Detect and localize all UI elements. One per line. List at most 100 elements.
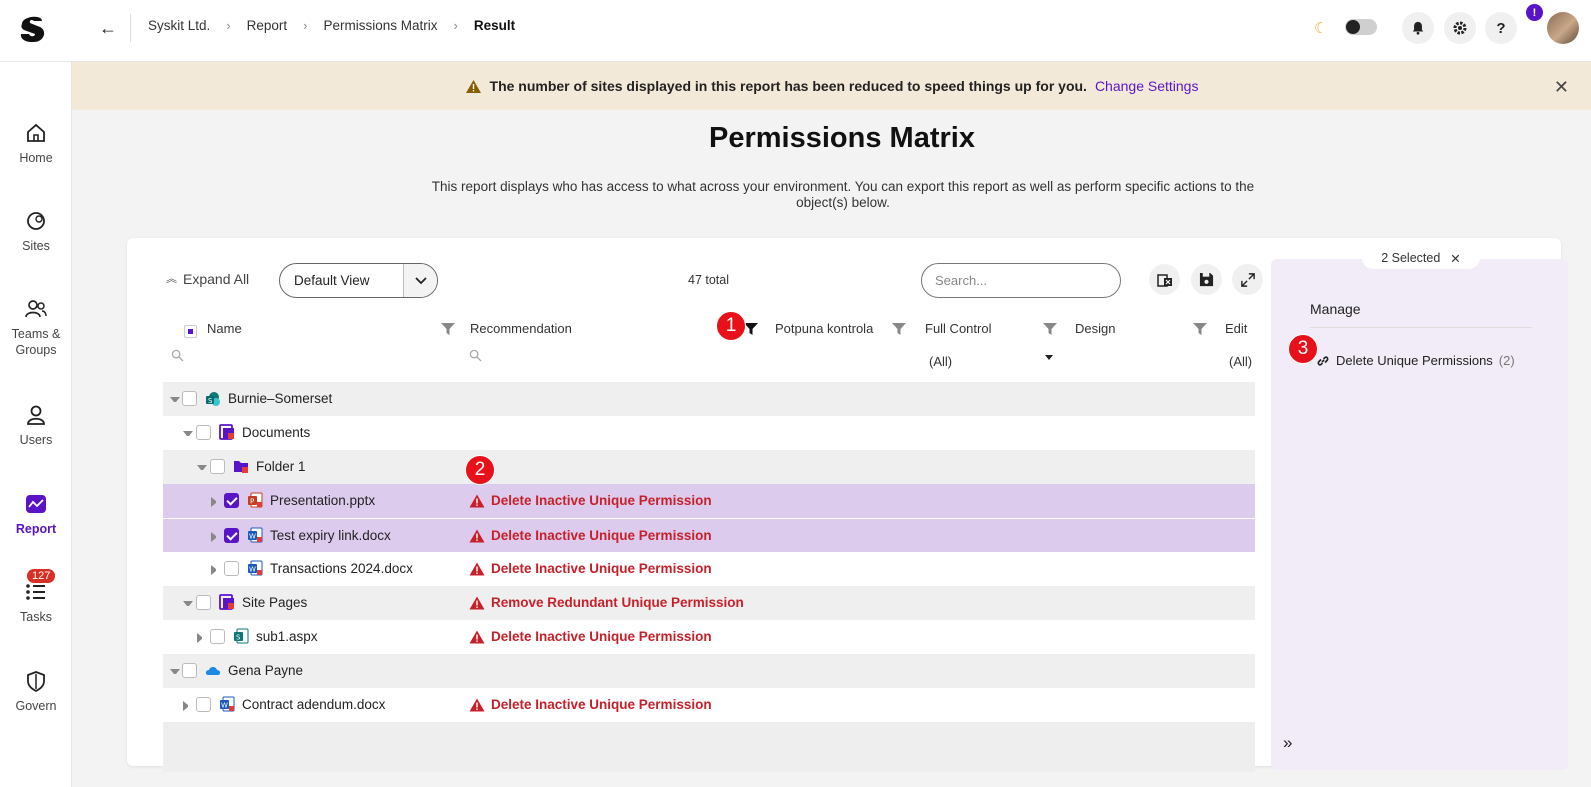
row-checkbox[interactable] [210, 459, 225, 474]
avatar[interactable] [1547, 12, 1579, 44]
row-checkbox[interactable] [182, 663, 197, 678]
row-checkbox[interactable] [196, 697, 211, 712]
recommendation-filter-search-icon[interactable] [469, 349, 482, 362]
expand-all-button[interactable]: ︽ Expand All [166, 271, 249, 287]
recommendation-link[interactable]: Delete Inactive Unique Permission [469, 493, 712, 508]
table-row[interactable]: Gena Payne [163, 654, 1255, 688]
syskit-logo-icon[interactable] [14, 10, 50, 46]
step-marker-1: 1 [716, 311, 746, 341]
delete-unique-permissions-action[interactable]: Delete Unique Permissions (2) [1316, 353, 1515, 368]
filter-funnel-icon[interactable] [441, 322, 455, 336]
column-header-design[interactable]: Design [1075, 321, 1115, 336]
warning-triangle-icon [469, 596, 485, 609]
column-header-name[interactable]: Name [207, 321, 242, 336]
name-filter-search-icon[interactable] [171, 349, 184, 362]
row-checkbox[interactable] [224, 561, 239, 576]
dark-mode-toggle[interactable] [1345, 19, 1377, 35]
clear-selection-close-icon[interactable]: ✕ [1450, 251, 1460, 266]
table-row[interactable]: Documents [163, 416, 1255, 450]
row-checkbox[interactable] [224, 528, 239, 543]
recommendation-link[interactable]: Delete Inactive Unique Permission [469, 528, 712, 543]
column-header-edit[interactable]: Edit [1225, 321, 1247, 336]
row-checkbox[interactable] [196, 595, 211, 610]
breadcrumb-item-permissions-matrix[interactable]: Permissions Matrix [324, 18, 438, 33]
search-box [921, 263, 1121, 298]
export-button[interactable] [1149, 264, 1180, 295]
breadcrumb-item-result: Result [473, 18, 516, 33]
view-select[interactable]: Default View [279, 263, 438, 298]
collapse-caret-icon[interactable] [170, 669, 180, 679]
expand-caret-icon[interactable] [197, 633, 207, 643]
expand-caret-icon[interactable] [183, 701, 193, 711]
sidebar-item-teams-groups[interactable]: Teams & Groups [0, 296, 72, 358]
back-arrow-icon[interactable]: ← [96, 16, 120, 40]
sidebar-item-users[interactable]: Users [0, 402, 72, 448]
change-settings-link[interactable]: Change Settings [1095, 78, 1199, 94]
close-icon[interactable]: ✕ [1554, 77, 1569, 98]
column-header-recommendation[interactable]: Recommendation [470, 321, 572, 336]
filter-funnel-active-icon[interactable] [744, 322, 758, 336]
warning-triangle-icon [469, 529, 485, 542]
warning-triangle-icon [469, 562, 485, 575]
expand-caret-icon[interactable] [211, 565, 221, 575]
expand-caret-icon[interactable] [211, 497, 221, 507]
breadcrumb-item-syskit[interactable]: Syskit Ltd. [148, 18, 210, 33]
svg-text:S: S [208, 397, 213, 405]
chevron-right-icon: › [303, 18, 308, 33]
table-row[interactable]: S sub1.aspx Delete Inactive Unique Permi… [163, 620, 1255, 654]
sidebar-item-sites[interactable]: Sites [0, 208, 72, 254]
select-all-checkbox[interactable] [184, 325, 197, 338]
svg-text:W: W [249, 533, 256, 541]
selection-panel [1271, 259, 1568, 770]
notification-bell-icon[interactable] [1402, 12, 1434, 44]
sidebar-item-home[interactable]: Home [0, 120, 72, 166]
collapse-caret-icon[interactable] [197, 465, 207, 475]
filter-funnel-icon[interactable] [892, 322, 906, 336]
filter-funnel-icon[interactable] [1193, 322, 1207, 336]
sidebar-item-govern[interactable]: Govern [0, 668, 72, 714]
page-title: Permissions Matrix [709, 122, 975, 154]
row-checkbox[interactable] [182, 391, 197, 406]
sidebar: Home Sites Teams & Groups Users Report 1… [0, 62, 72, 787]
sidebar-item-report[interactable]: Report [0, 491, 72, 537]
svg-text:W: W [249, 566, 256, 574]
word-file-icon: W [248, 560, 263, 576]
table-row[interactable]: S Burnie–Somerset [163, 382, 1255, 416]
divider [130, 14, 131, 42]
collapse-caret-icon[interactable] [183, 431, 193, 441]
table-row[interactable]: Folder 1 [163, 450, 1255, 484]
recommendation-link[interactable]: Delete Inactive Unique Permission [469, 697, 712, 712]
banner-message: The number of sites displayed in this re… [489, 78, 1087, 94]
table-row[interactable]: W Test expiry link.docx Delete Inactive … [163, 518, 1255, 552]
row-checkbox[interactable] [224, 493, 239, 508]
recommendation-link[interactable]: Delete Inactive Unique Permission [469, 561, 712, 576]
edit-filter-value[interactable]: (All) [1229, 354, 1252, 369]
recommendation-link[interactable]: Delete Inactive Unique Permission [469, 629, 712, 644]
row-checkbox[interactable] [210, 629, 225, 644]
site-pages-library-icon [219, 594, 234, 610]
table-row[interactable]: W Transactions 2024.docx Delete Inactive… [163, 552, 1255, 586]
column-header-potpuna-kontrola[interactable]: Potpuna kontrola [775, 321, 873, 336]
table-row[interactable]: P Presentation.pptx Delete Inactive Uniq… [163, 484, 1255, 518]
caret-down-icon[interactable] [1045, 355, 1053, 360]
table-row[interactable]: W Contract adendum.docx Delete Inactive … [163, 688, 1255, 722]
collapse-panel-double-chevron-icon[interactable]: » [1283, 733, 1292, 753]
sidebar-item-tasks[interactable]: 127 Tasks [0, 569, 72, 625]
expand-caret-icon[interactable] [211, 532, 221, 542]
warning-banner: The number of sites displayed in this re… [72, 62, 1591, 110]
collapse-caret-icon[interactable] [183, 601, 193, 611]
help-icon[interactable]: ? [1485, 12, 1517, 44]
fullscreen-button[interactable] [1232, 264, 1263, 295]
recommendation-link[interactable]: Remove Redundant Unique Permission [469, 595, 744, 610]
collapse-caret-icon[interactable] [170, 397, 180, 407]
breadcrumb-item-report[interactable]: Report [247, 18, 288, 33]
full-control-filter-value[interactable]: (All) [929, 354, 952, 369]
table-row[interactable]: Site Pages Remove Redundant Unique Permi… [163, 586, 1255, 620]
settings-gear-icon[interactable] [1444, 12, 1476, 44]
filter-funnel-icon[interactable] [1043, 322, 1057, 336]
row-checkbox[interactable] [196, 425, 211, 440]
search-input[interactable] [935, 273, 1111, 288]
column-header-full-control[interactable]: Full Control [925, 321, 991, 336]
save-view-button[interactable] [1191, 264, 1222, 295]
warning-triangle-icon [469, 630, 485, 643]
